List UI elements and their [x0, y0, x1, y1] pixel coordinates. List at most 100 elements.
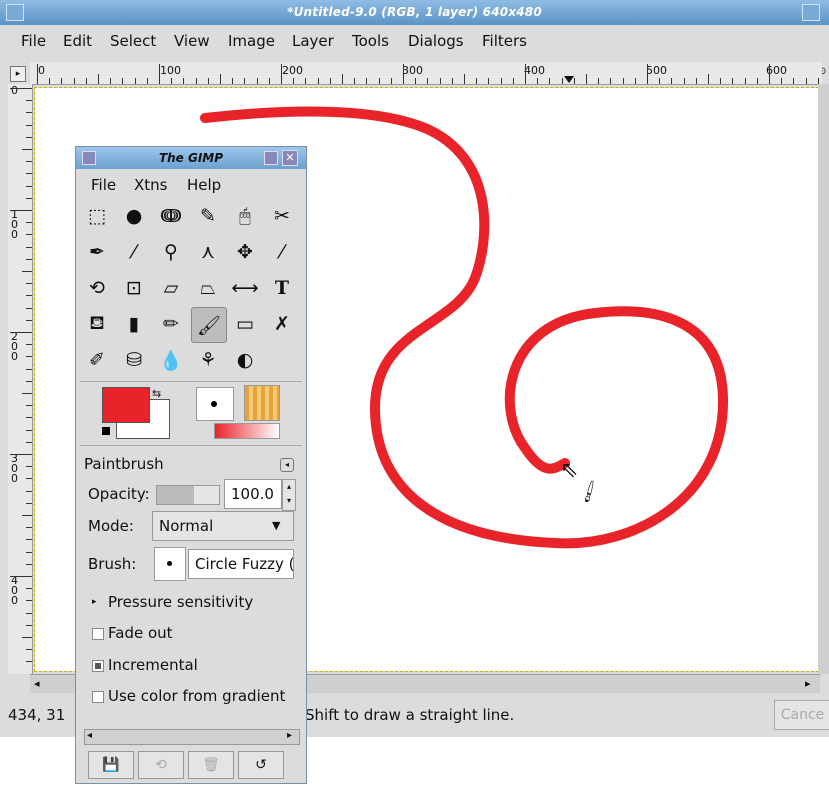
- dodge-burn-icon[interactable]: ◐: [228, 343, 262, 377]
- status-hint: Shift to draw a straight line.: [305, 706, 515, 724]
- pressure-sensitivity-expander[interactable]: Pressure sensitivity: [108, 593, 253, 611]
- ruler-label: 2 0 0: [11, 330, 18, 363]
- expander-arrow-icon[interactable]: ▸: [92, 597, 97, 607]
- scissors-icon[interactable]: ✂: [265, 199, 299, 233]
- opacity-slider[interactable]: [156, 485, 220, 505]
- incremental-label: Incremental: [108, 656, 198, 674]
- brush-name-field[interactable]: Circle Fuzzy (: [188, 549, 294, 579]
- blend-icon[interactable]: ▮: [117, 307, 151, 341]
- opacity-spin-icon[interactable]: ▴ ▾: [282, 479, 296, 511]
- opacity-value[interactable]: 100.0: [224, 479, 282, 509]
- delete-options-button[interactable]: 🗑: [188, 751, 234, 779]
- vertical-scrollbar[interactable]: [818, 84, 829, 674]
- shear-icon[interactable]: ▱: [154, 271, 188, 305]
- fade-out-checkbox[interactable]: [92, 628, 104, 640]
- ruler-label: 100: [160, 64, 181, 77]
- scroll-right-icon[interactable]: ▸: [805, 677, 811, 690]
- menu-dialogs[interactable]: Dialogs: [408, 32, 464, 50]
- toolbox-menu-file[interactable]: File: [91, 176, 116, 194]
- menu-select[interactable]: Select: [110, 32, 156, 50]
- ruler-label: 0: [38, 64, 45, 77]
- close-icon[interactable]: ✕: [282, 150, 298, 166]
- scroll-left-icon[interactable]: ◂: [87, 730, 92, 741]
- tool-options-menu-icon[interactable]: ◂: [280, 458, 294, 472]
- default-colors-icon[interactable]: [102, 427, 110, 435]
- window-title: *Untitled-9.0 (RGB, 1 layer) 640x480: [287, 5, 542, 19]
- vertical-ruler: 0 1 0 0 2 0 0 3 0 0 4 0 0: [8, 84, 33, 674]
- gradient-preview[interactable]: [214, 423, 280, 439]
- text-icon[interactable]: T: [265, 271, 299, 305]
- toolbox-scrollbar[interactable]: ◂ ▸: [84, 729, 300, 745]
- ink-icon[interactable]: ✐: [80, 343, 114, 377]
- blur-icon[interactable]: 💧: [154, 343, 188, 377]
- rect-select-icon[interactable]: ⬚: [80, 199, 114, 233]
- restore-options-button[interactable]: ⟲: [138, 751, 184, 779]
- use-gradient-checkbox[interactable]: [92, 691, 104, 703]
- toolbox-menu-bar: File Xtns Help: [76, 173, 306, 197]
- maximize-button[interactable]: [802, 4, 820, 21]
- title-bar[interactable]: *Untitled-9.0 (RGB, 1 layer) 640x480: [0, 0, 829, 25]
- pointer-marker-icon: [564, 76, 574, 83]
- toolbox-menu-xtns[interactable]: Xtns: [134, 176, 167, 194]
- eraser-icon[interactable]: ▭: [228, 307, 262, 341]
- fade-out-label: Fade out: [108, 624, 173, 642]
- incremental-checkbox[interactable]: [92, 660, 104, 672]
- flip-icon[interactable]: ⟷: [228, 271, 262, 305]
- bucket-fill-icon[interactable]: ⛾: [80, 307, 114, 341]
- move-icon[interactable]: ✥: [228, 235, 262, 269]
- save-options-button[interactable]: 💾: [88, 751, 134, 779]
- smudge-icon[interactable]: ⚘: [191, 343, 225, 377]
- menu-tools[interactable]: Tools: [352, 32, 389, 50]
- scale-icon[interactable]: ⊡: [117, 271, 151, 305]
- ruler-label: 1 0 0: [11, 208, 18, 241]
- horizontal-ruler: 0 100 200 300 400 500 600: [30, 62, 822, 85]
- scroll-left-icon[interactable]: ◂: [34, 677, 40, 690]
- menu-file[interactable]: File: [21, 32, 46, 50]
- menu-view[interactable]: View: [174, 32, 210, 50]
- foreground-color-swatch[interactable]: [102, 387, 150, 423]
- cancel-button[interactable]: Cance: [774, 700, 829, 730]
- reset-options-button[interactable]: ↺: [238, 751, 284, 779]
- paths-icon[interactable]: ✒: [80, 235, 114, 269]
- use-gradient-label: Use color from gradient: [108, 687, 286, 705]
- menu-edit[interactable]: Edit: [63, 32, 92, 50]
- color-picker-icon[interactable]: ⁄: [117, 235, 151, 269]
- brush-preview-icon[interactable]: [196, 387, 234, 421]
- swap-colors-icon[interactable]: ⇆: [152, 387, 161, 400]
- airbrush-icon[interactable]: ✗: [265, 307, 299, 341]
- clone-icon[interactable]: ⛁: [117, 343, 151, 377]
- crop-icon[interactable]: ⁄: [265, 235, 299, 269]
- brush-label: Brush:: [88, 555, 137, 573]
- menu-filters[interactable]: Filters: [482, 32, 527, 50]
- ruler-label: 300: [402, 64, 423, 77]
- save-icon: 💾: [102, 757, 120, 773]
- toolbox-maximize-button[interactable]: [264, 151, 278, 165]
- scroll-right-icon[interactable]: ▸: [287, 730, 292, 741]
- ruler-label: 3 0 0: [11, 452, 18, 485]
- pointer-coordinates: 434, 31: [8, 706, 66, 724]
- chevron-down-icon: ▼: [272, 519, 281, 532]
- fuzzy-select-icon[interactable]: ✎: [191, 199, 225, 233]
- ellipse-select-icon[interactable]: ●: [117, 199, 151, 233]
- toolbox-title-bar[interactable]: The GIMP ✕: [76, 147, 306, 169]
- menu-layer[interactable]: Layer: [292, 32, 334, 50]
- color-select-icon[interactable]: 🖱: [228, 199, 262, 233]
- ruler-label: 200: [282, 64, 303, 77]
- tool-grid: ⬚ ● ↈ ✎ 🖱 ✂ ✒ ⁄ ⚲ ⋏ ✥ ⁄ ⟲ ⊡ ▱ ⏢ ⟷ T ⛾ ▮ ✏ 🖌 ▭ ✗ ✐ ⛁ 💧 ⚘ ◐: [80, 199, 302, 381]
- pattern-preview-icon[interactable]: [244, 385, 280, 421]
- free-select-icon[interactable]: ↈ: [154, 199, 188, 233]
- pencil-icon[interactable]: ✏: [154, 307, 188, 341]
- toolbox-menu-help[interactable]: Help: [187, 176, 221, 194]
- toolbox-window: The GIMP ✕ File Xtns Help ⬚ ● ↈ ✎ 🖱 ✂ ✒ ⁄ ⚲ ⋏ ✥ ⁄ ⟲ ⊡…: [75, 146, 307, 784]
- quickmask-toggle-icon[interactable]: ▸: [10, 66, 26, 82]
- perspective-icon[interactable]: ⏢: [191, 271, 225, 305]
- measure-icon[interactable]: ⋏: [191, 235, 225, 269]
- brush-button[interactable]: [154, 547, 186, 581]
- trash-icon: 🗑: [202, 757, 220, 773]
- tool-options-title: Paintbrush: [84, 455, 164, 473]
- menu-image[interactable]: Image: [228, 32, 275, 50]
- zoom-icon[interactable]: ⚲: [154, 235, 188, 269]
- ruler-label: 400: [524, 64, 545, 77]
- paintbrush-icon[interactable]: 🖌: [191, 307, 227, 343]
- rotate-icon[interactable]: ⟲: [80, 271, 114, 305]
